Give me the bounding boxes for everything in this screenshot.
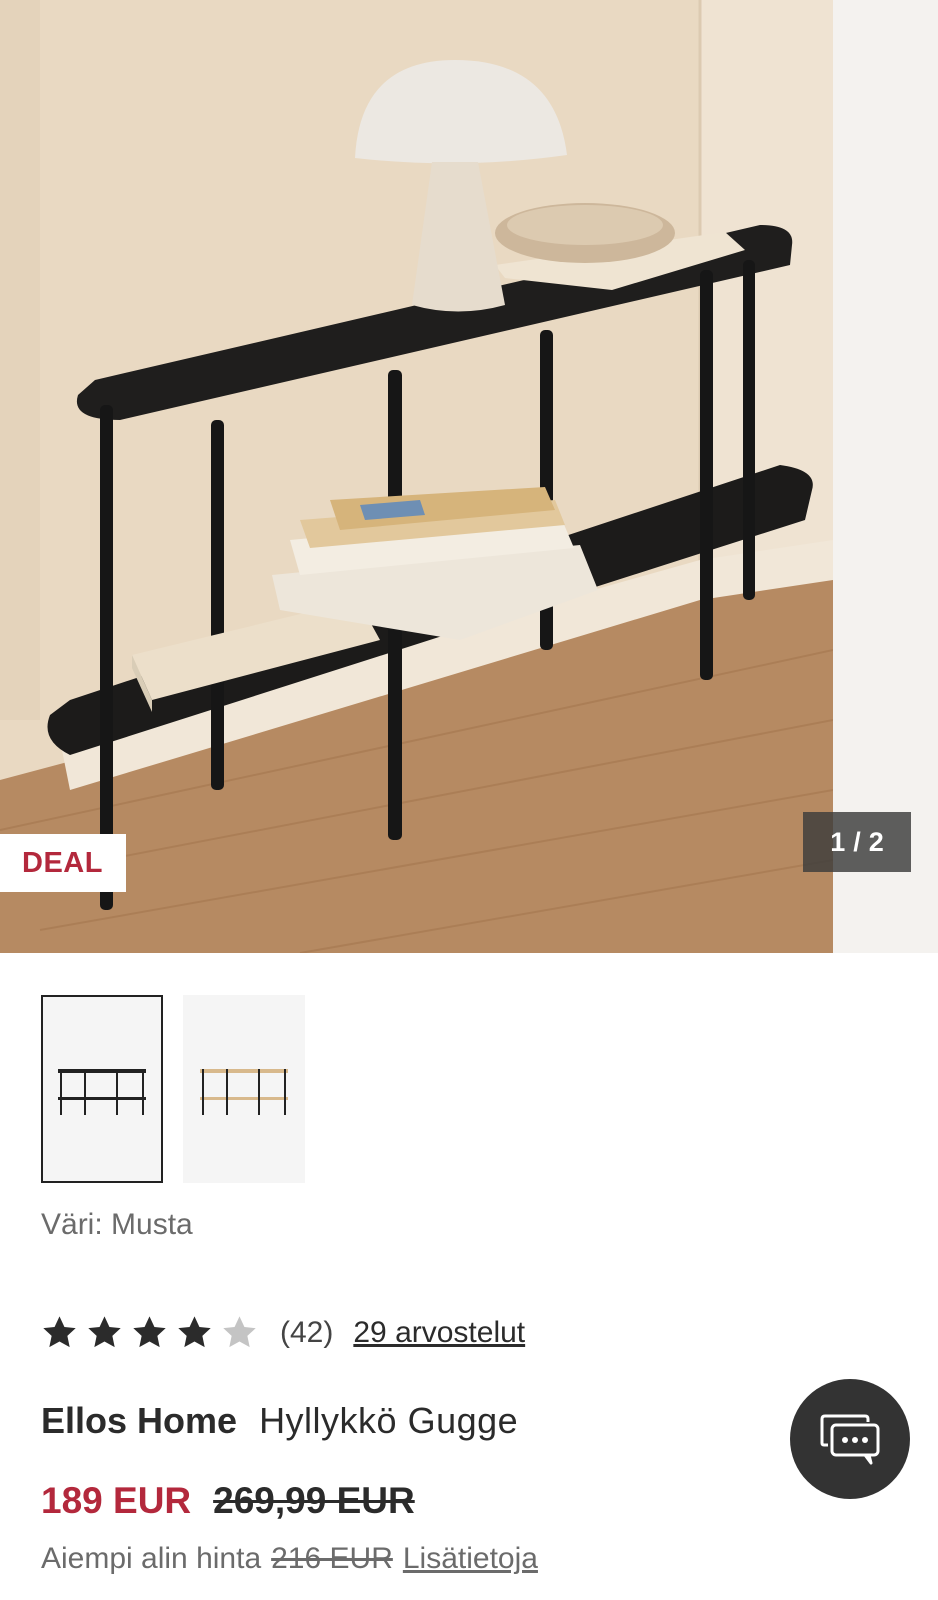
star-filled-icon [178,1316,211,1348]
brand-name[interactable]: Ellos Home [41,1400,237,1442]
star-filled-icon [133,1316,166,1348]
product-image-gallery[interactable]: DEAL 1 / 2 [0,0,938,953]
lowest-price-row: Aiempi alin hinta 216 EUR Lisätietoja [41,1542,538,1576]
counter-total: 2 [868,826,884,857]
rating-row: (42) 29 arvostelut [41,1314,525,1351]
image-counter: 1 / 2 [803,812,911,872]
shelf-black-image [58,1069,146,1115]
next-image-preview[interactable] [833,0,938,953]
selected-color-label: Väri: Musta [41,1208,193,1241]
more-info-link[interactable]: Lisätietoja [403,1542,538,1576]
product-name: Hyllykkö Gugge [259,1400,519,1441]
star-filled-icon [88,1316,121,1348]
counter-current: 1 [830,826,846,857]
rating-stars [41,1314,258,1351]
lowest-price-label: Aiempi alin hinta [41,1542,262,1575]
chat-icon [820,1414,880,1465]
product-title: Ellos Home Hyllykkö Gugge [41,1400,518,1442]
thumbnail-oak[interactable] [183,995,305,1183]
price-row: 189 EUR 269,99 EUR [41,1480,415,1522]
rating-count: (42) [280,1315,334,1349]
product-image[interactable] [0,0,833,953]
chat-button[interactable] [790,1379,910,1499]
counter-separator: / [853,826,861,857]
star-filled-icon [43,1316,76,1348]
previous-price: 269,99 EUR [213,1480,415,1521]
deal-badge: DEAL [0,834,126,892]
color-thumbnails [41,995,305,1183]
lowest-price-value: 216 EUR [271,1542,393,1575]
reviews-link[interactable]: 29 arvostelut [353,1316,525,1350]
shelf-oak-image [200,1069,288,1115]
current-price: 189 EUR [41,1480,192,1521]
thumbnail-black[interactable] [41,995,163,1183]
star-empty-icon [223,1316,256,1348]
